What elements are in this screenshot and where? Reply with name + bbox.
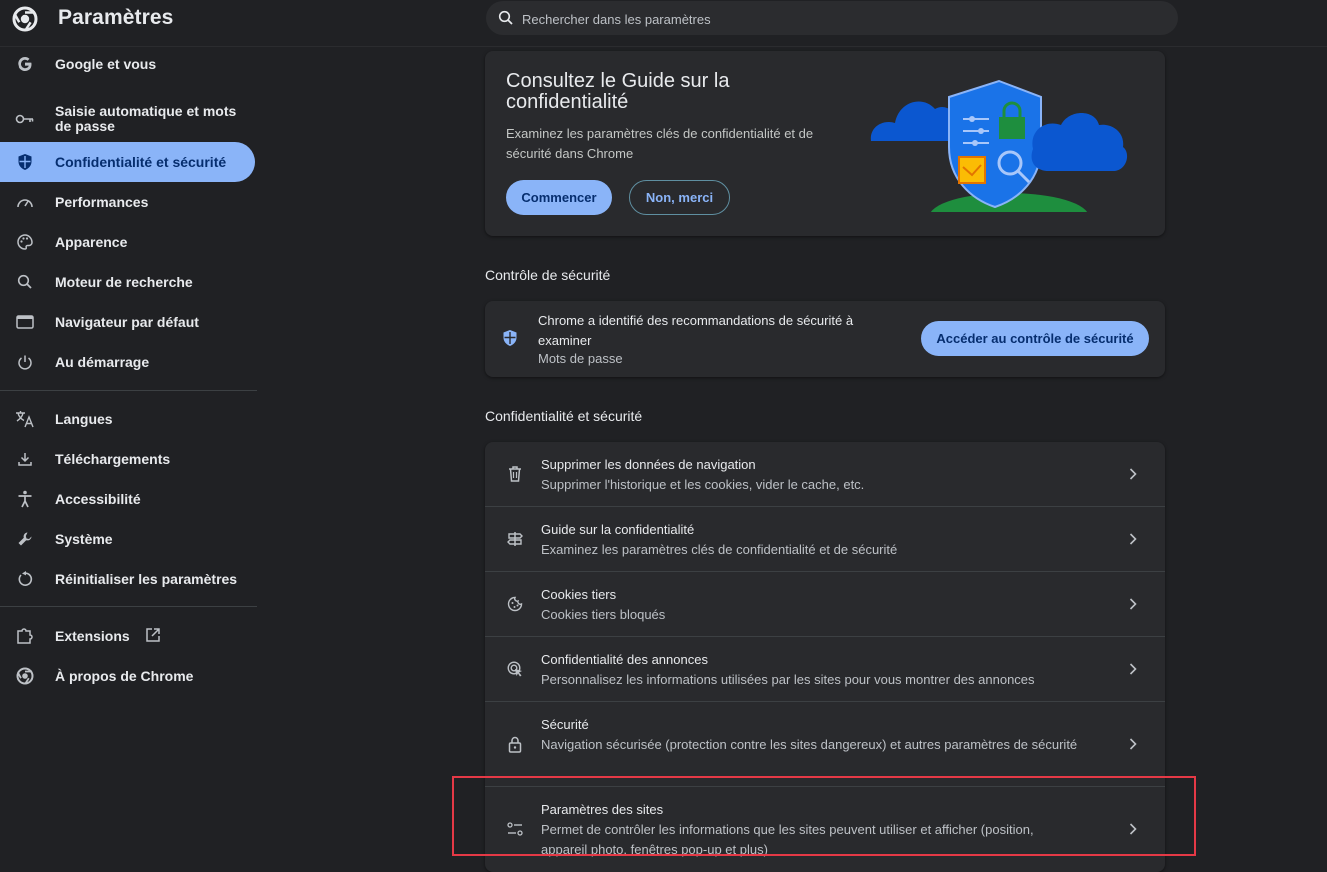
list-item-title: Confidentialité des annonces: [541, 652, 708, 667]
safety-check-heading: Contrôle de sécurité: [485, 267, 611, 283]
search-icon: [498, 10, 513, 25]
privacy-guide-card: Consultez le Guide sur la confidentialit…: [485, 51, 1165, 236]
sidebar-item-label: Performances: [55, 193, 149, 210]
list-item-title: Sécurité: [541, 717, 589, 732]
privacy-settings-list: Supprimer les données de navigation Supp…: [485, 442, 1165, 872]
list-item-privacy-guide[interactable]: Guide sur la confidentialité Examinez le…: [485, 506, 1165, 571]
key-icon: [15, 109, 35, 129]
signpost-icon: [506, 530, 524, 548]
search-box[interactable]: [486, 1, 1178, 37]
list-item-subtitle: Supprimer l'historique et les cookies, v…: [541, 477, 865, 492]
list-item-third-party-cookies[interactable]: Cookies tiers Cookies tiers bloqués: [485, 571, 1165, 636]
sidebar-item-label: À propos de Chrome: [55, 667, 194, 684]
sidebar-item-label: Téléchargements: [55, 450, 171, 467]
sidebar-item-about-chrome[interactable]: À propos de Chrome: [0, 666, 255, 686]
sidebar-item-on-startup[interactable]: Au démarrage: [0, 352, 255, 372]
list-item-clear-browsing-data[interactable]: Supprimer les données de navigation Supp…: [485, 442, 1165, 506]
sidebar-item-label: Google et vous: [55, 55, 157, 72]
sidebar-divider: [0, 606, 257, 607]
search-icon: [15, 272, 35, 292]
page-title: Paramètres: [58, 6, 174, 29]
privacy-guide-illustration: [870, 79, 1128, 227]
lock-icon: [506, 735, 524, 753]
sidebar-item-label: Apparence: [55, 233, 128, 250]
sidebar-item-search-engine[interactable]: Moteur de recherche: [0, 272, 255, 292]
safety-check-card: Chrome a identifié des recommandations d…: [485, 301, 1165, 377]
start-guide-button[interactable]: Commencer: [506, 180, 612, 215]
sidebar-item-label: Saisie automatique et mots de passe: [55, 103, 237, 134]
list-item-title: Cookies tiers: [541, 587, 617, 602]
external-link-icon: [145, 627, 161, 646]
speedometer-icon: [15, 192, 35, 212]
list-item-subtitle: Examinez les paramètres clés de confiden…: [541, 542, 898, 557]
list-item-subtitle: Navigation sécurisée (protection contre …: [541, 737, 1078, 752]
list-item-subtitle: Cookies tiers bloqués: [541, 607, 666, 622]
sidebar-item-label: Accessibilité: [55, 490, 141, 507]
shield-icon: [503, 330, 517, 346]
go-to-safety-check-button[interactable]: Accéder au contrôle de sécurité: [921, 321, 1149, 356]
chrome-icon: [15, 666, 35, 686]
sidebar-item-label: Navigateur par défaut: [55, 313, 199, 330]
list-item-subtitle: Personnalisez les informations utilisées…: [541, 672, 1035, 687]
list-item-ad-privacy[interactable]: Confidentialité des annonces Personnalis…: [485, 636, 1165, 701]
list-item-title: Paramètres des sites: [541, 802, 664, 817]
google-icon: [15, 54, 35, 74]
top-bar: Paramètres: [0, 0, 1327, 47]
sidebar-item-autofill[interactable]: Saisie automatique et mots de passe: [0, 104, 255, 134]
sidebar-item-label: Système: [55, 530, 113, 547]
sidebar-item-performance[interactable]: Performances: [0, 192, 255, 212]
sidebar-item-default-browser[interactable]: Navigateur par défaut: [0, 312, 255, 332]
sidebar-item-label: Extensions: [55, 627, 130, 644]
wrench-icon: [15, 529, 35, 549]
sidebar-item-languages[interactable]: Langues: [0, 409, 255, 429]
chevron-right-icon: [1129, 598, 1137, 610]
sidebar-item-system[interactable]: Système: [0, 529, 255, 549]
chevron-right-icon: [1129, 533, 1137, 545]
chevron-right-icon: [1129, 823, 1137, 835]
list-item-security[interactable]: Sécurité Navigation sécurisée (protectio…: [485, 701, 1165, 786]
reset-icon: [15, 569, 35, 589]
list-item-title: Guide sur la confidentialité: [541, 522, 695, 537]
shield-icon: [15, 152, 35, 172]
palette-icon: [15, 232, 35, 252]
safety-check-title: Chrome a identifié des recommandations d…: [538, 313, 854, 348]
sidebar-item-extensions[interactable]: Extensions: [0, 626, 255, 646]
sidebar-item-label: Au démarrage: [55, 353, 150, 370]
list-item-site-settings[interactable]: Paramètres des sites Permet de contrôler…: [485, 786, 1165, 871]
ad-privacy-icon: [506, 660, 524, 678]
chevron-right-icon: [1129, 663, 1137, 675]
cookie-icon: [506, 595, 524, 613]
chrome-logo-icon: [12, 6, 38, 32]
search-input[interactable]: [520, 1, 1164, 37]
sidebar-item-label: Langues: [55, 410, 113, 427]
power-icon: [15, 352, 35, 372]
sidebar-divider: [0, 390, 257, 391]
guide-card-description: Examinez les paramètres clés de confiden…: [506, 126, 814, 161]
sidebar-item-privacy[interactable]: Confidentialité et sécurité: [0, 142, 255, 182]
sidebar-item-reset[interactable]: Réinitialiser les paramètres: [0, 569, 255, 589]
tune-icon: [506, 820, 524, 838]
safety-check-subtitle: Mots de passe: [538, 351, 623, 366]
sidebar: Google et vous Saisie automatique et mot…: [0, 46, 257, 858]
chevron-right-icon: [1129, 738, 1137, 750]
sidebar-item-downloads[interactable]: Téléchargements: [0, 449, 255, 469]
sidebar-item-accessibility[interactable]: Accessibilité: [0, 489, 255, 509]
trash-icon: [506, 465, 524, 483]
browser-window-icon: [15, 312, 35, 332]
guide-card-title: Consultez le Guide sur la confidentialit…: [506, 70, 730, 113]
sidebar-item-label: Confidentialité et sécurité: [55, 153, 227, 170]
chevron-right-icon: [1129, 468, 1137, 480]
privacy-section-heading: Confidentialité et sécurité: [485, 408, 643, 424]
accessibility-icon: [15, 489, 35, 509]
list-item-subtitle: Permet de contrôler les informations que…: [541, 822, 1034, 857]
sidebar-item-label: Réinitialiser les paramètres: [55, 570, 238, 587]
sidebar-item-appearance[interactable]: Apparence: [0, 232, 255, 252]
puzzle-icon: [15, 626, 35, 646]
translate-icon: [15, 409, 35, 429]
download-icon: [15, 449, 35, 469]
dismiss-guide-button[interactable]: Non, merci: [629, 180, 730, 215]
list-item-title: Supprimer les données de navigation: [541, 457, 756, 472]
sidebar-item-label: Moteur de recherche: [55, 273, 193, 290]
